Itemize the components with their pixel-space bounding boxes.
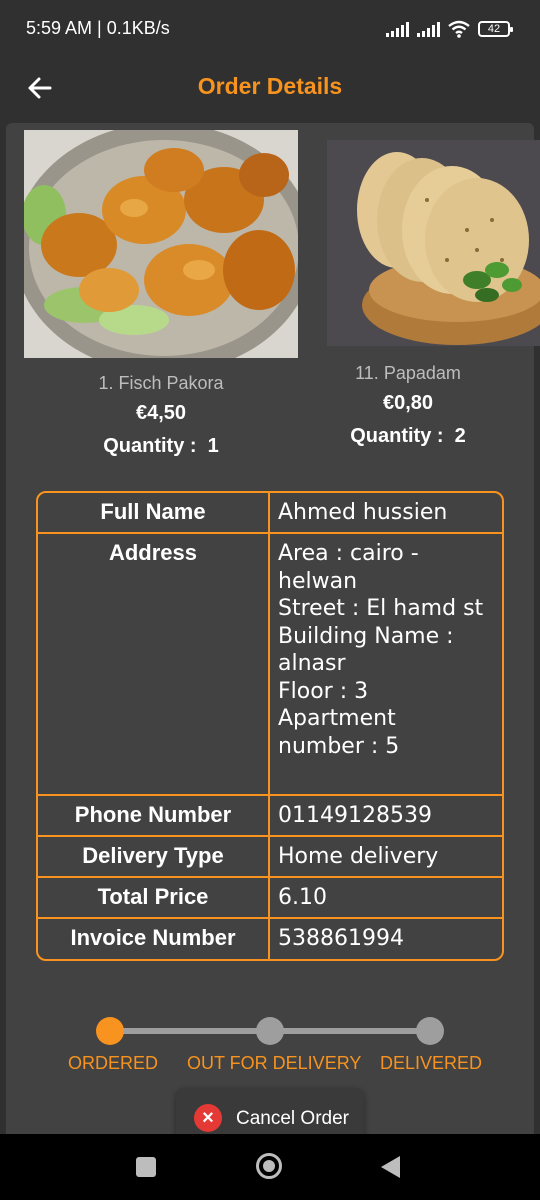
quantity-value: 2 [454,425,466,447]
close-icon: × [194,1104,222,1132]
step-label-delivered: DELIVERED [380,1053,483,1073]
invoice-label: Invoice Number [38,919,270,959]
delivery-type-value: Home delivery [278,844,439,869]
product-name: 1. Fisch Pakora [98,373,224,393]
status-bar: 5:59 AM | 0.1KB/s 42 [0,0,540,60]
product-item[interactable]: 1. Fisch Pakora €4,50 Quantity : 1 [14,123,314,458]
signal-icon-2 [417,21,440,37]
app-bar: Order Details [0,60,540,116]
address-line: number : 5 [278,733,400,759]
step-dot-ordered [96,1017,124,1045]
table-row: Phone Number 01149128539 [38,796,502,837]
address-line: Street : El hamd st [278,596,484,621]
table-row: Invoice Number 538861994 [38,919,502,959]
product-quantity: Quantity : 2 [273,425,540,448]
table-row: Full Name Ahmed hussien [38,493,502,534]
home-icon[interactable] [256,1153,282,1179]
full-name-value: Ahmed hussien [278,500,448,525]
address-line: Floor : 3 [278,678,369,704]
address-value: Area : cairo - helwan Street : El hamd s… [270,534,502,794]
address-line: alnasr [278,651,346,676]
product-price: €0,80 [382,392,434,414]
step-label-out-for-delivery: OUT FOR DELIVERY [187,1053,362,1073]
fisch-pakora-image [14,123,314,373]
signal-icon [386,21,409,37]
order-details-table: Full Name Ahmed hussien Address Area : c… [36,491,504,961]
order-progress: ORDERED OUT FOR DELIVERY DELIVERED [6,1017,534,1088]
address-line: helwan [278,568,358,594]
table-row: Total Price 6.10 [38,878,502,919]
system-nav-bar [0,1134,540,1200]
wifi-icon [448,20,470,38]
invoice-value: 538861994 [278,926,404,951]
step-label-ordered: ORDERED [68,1053,159,1073]
address-label: Address [38,534,270,794]
total-price-value: 6.10 [278,885,327,910]
phone-value: 01149128539 [278,803,432,828]
status-time-speed: 5:59 AM | 0.1KB/s [26,18,170,38]
quantity-value: 1 [207,435,219,457]
table-row: Delivery Type Home delivery [38,837,502,878]
address-line: Building Name : [278,623,454,649]
back-triangle-icon[interactable] [381,1156,400,1178]
delivery-type-label: Delivery Type [38,837,270,876]
step-dot-delivered [416,1017,444,1045]
product-name: 11. Papadam [355,363,461,383]
address-line: Apartment [278,706,396,731]
phone-label: Phone Number [38,796,270,835]
status-icons: 42 [386,18,513,40]
recents-icon[interactable] [136,1157,156,1177]
step-dot-out-for-delivery [256,1017,284,1045]
product-price: €4,50 [135,402,187,424]
quantity-label: Quantity : [103,435,197,457]
order-card: 1. Fisch Pakora €4,50 Quantity : 1 11. P… [6,123,540,1153]
page-title: Order Details [197,73,343,99]
table-row: Address Area : cairo - helwan Street : E… [38,534,502,796]
product-quantity: Quantity : 1 [24,435,298,458]
full-name-label: Full Name [38,493,270,532]
battery-icon: 42 [478,21,513,37]
papadam-image [327,140,540,346]
address-line: Area : cairo - [278,541,419,566]
total-price-label: Total Price [38,878,270,917]
quantity-label: Quantity : [350,425,444,447]
cancel-order-label: Cancel Order [236,1108,349,1129]
product-item[interactable]: 11. Papadam €0,80 Quantity : 2 [300,140,540,448]
